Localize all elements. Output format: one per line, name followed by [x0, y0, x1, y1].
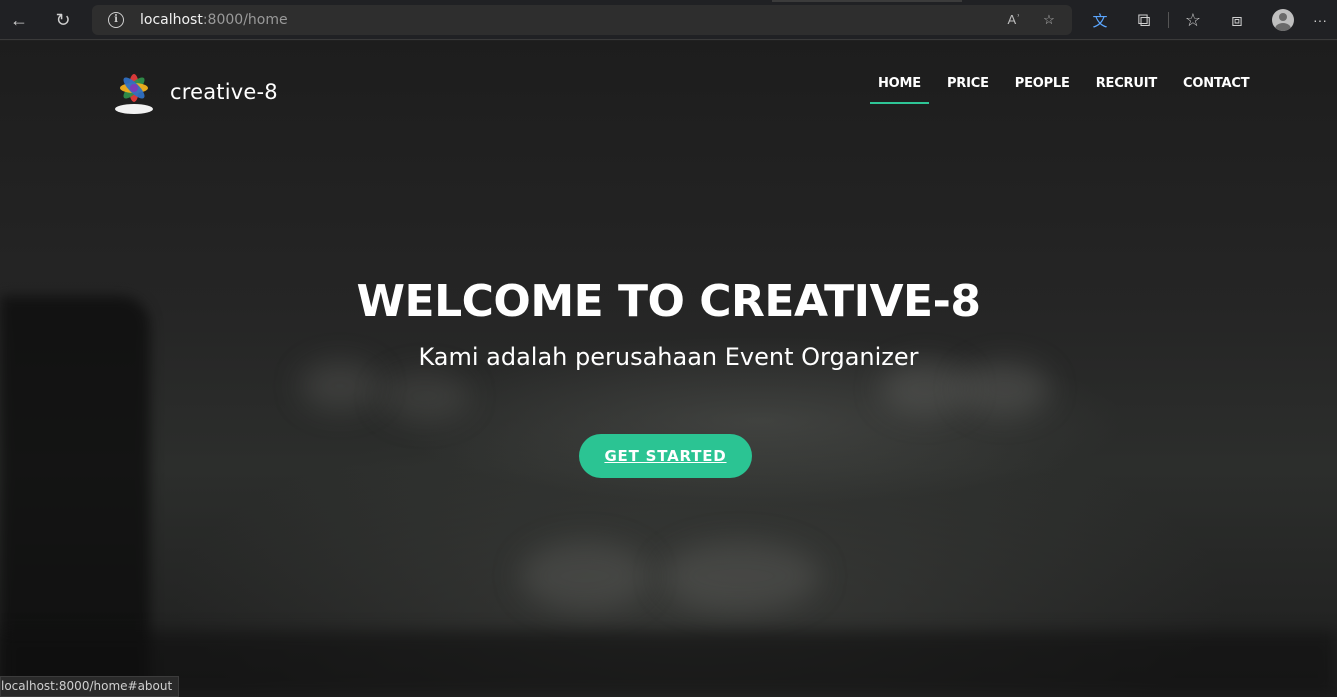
brand-name: creative-8 — [170, 80, 278, 104]
url-path: :8000/home — [202, 12, 288, 28]
translate-icon[interactable]: 文 — [1086, 6, 1114, 34]
nav-people[interactable]: PEOPLE — [1007, 75, 1078, 105]
nav-recruit[interactable]: RECRUIT — [1088, 75, 1165, 105]
tab-strip-edge — [772, 0, 962, 2]
profile-icon[interactable] — [1272, 9, 1294, 31]
main-nav: HOME PRICE PEOPLE RECRUIT CONTACT — [870, 75, 1267, 105]
extensions-icon[interactable]: ⧉ — [1130, 6, 1158, 34]
nav-price[interactable]: PRICE — [939, 75, 997, 105]
toolbar-divider — [1168, 12, 1169, 28]
address-bar[interactable]: i localhost:8000/home Aʾ ☆ — [92, 5, 1072, 35]
hero-title: WELCOME TO CREATIVE-8 — [356, 276, 981, 327]
site-info-icon[interactable]: i — [108, 12, 124, 28]
get-started-button[interactable]: GET STARTED — [579, 434, 752, 478]
read-aloud-icon[interactable]: Aʾ — [1004, 10, 1024, 30]
collections-icon[interactable]: ⧈ — [1223, 6, 1251, 34]
status-bar-url: localhost:8000/home#about — [0, 676, 180, 697]
background-bokeh — [380, 371, 470, 421]
back-arrow-icon[interactable]: ← — [5, 6, 33, 34]
background-bokeh — [520, 541, 650, 611]
more-icon[interactable]: ··· — [1306, 6, 1334, 34]
url-text[interactable]: localhost:8000/home — [140, 12, 288, 28]
nav-contact[interactable]: CONTACT — [1175, 75, 1257, 105]
favorites-icon[interactable]: ☆ — [1179, 6, 1207, 34]
add-favorite-icon[interactable]: ☆ — [1039, 10, 1059, 30]
flower-logo-icon — [112, 68, 156, 116]
url-host: localhost — [140, 12, 203, 28]
site-logo[interactable]: creative-8 — [112, 68, 278, 116]
refresh-icon[interactable]: ↻ — [49, 6, 77, 34]
hero-subtitle: Kami adalah perusahaan Event Organizer — [418, 343, 919, 371]
nav-home[interactable]: HOME — [870, 75, 929, 105]
background-shadow — [0, 631, 1337, 697]
background-bokeh — [660, 541, 820, 611]
browser-toolbar: ← ↻ i localhost:8000/home Aʾ ☆ 文 ⧉ ☆ ⧈ ·… — [0, 0, 1337, 40]
